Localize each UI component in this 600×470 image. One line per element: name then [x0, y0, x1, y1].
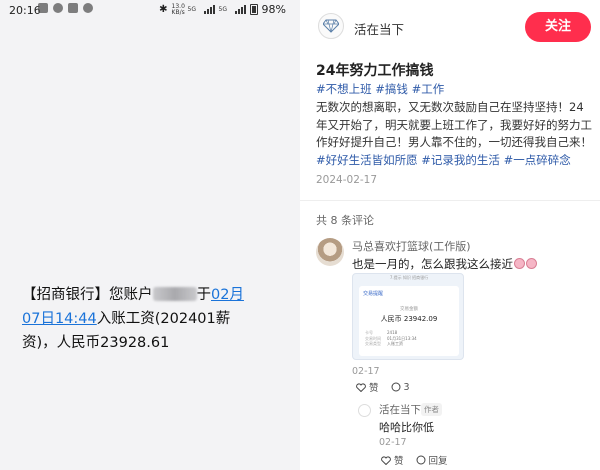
post-title: 24年努力工作搞钱	[316, 63, 434, 79]
author-badge: 作者	[421, 403, 442, 416]
heart-icon	[381, 455, 391, 465]
receipt-card: 交易提醒 交易金额 人民币 23942.09 卡号 2418 交易时间 01月31日…	[359, 286, 459, 356]
author-name[interactable]: 活在当下	[354, 19, 404, 38]
battery-level: 98%	[261, 3, 286, 16]
sms-screenshot: 20:16 ✱ 13.0 KB/s 5G 5G 98% 【招商银行】您账户 于02月…	[0, 0, 300, 470]
status-bar: 20:16 ✱ 13.0 KB/s 5G 5G 98%	[0, 0, 300, 20]
divider	[300, 200, 600, 201]
reply-actions: 赞 回复	[381, 453, 448, 467]
heart-icon	[356, 382, 366, 392]
follow-button[interactable]: 关注	[525, 12, 591, 42]
post-body: #不想上班 #搞钱 #工作 无数次的想离职，又无数次鼓励自己在坚持坚持！24年又…	[316, 81, 592, 170]
signal-icon	[234, 5, 246, 14]
commenter-name[interactable]: 马总喜欢打篮球(工作版)	[352, 238, 471, 254]
receipt-amount: 人民币 23942.09	[380, 315, 438, 323]
comment-actions: 赞 3	[356, 380, 410, 394]
author-bar: 活在当下 关注	[300, 0, 600, 52]
sms-sender: 【招商银行】	[22, 287, 109, 303]
comment-bubble-icon	[416, 455, 426, 465]
wechat-icon	[53, 3, 63, 13]
network-type-1: 5G	[187, 5, 197, 13]
hashtag[interactable]: #搞钱	[375, 82, 408, 96]
pig-emoji-icon	[526, 258, 537, 269]
diamond-icon	[323, 19, 339, 33]
comment-text: 也是一月的，怎么跟我这么接近	[352, 256, 537, 272]
like-button[interactable]: 赞	[356, 380, 379, 394]
comment-bubble-icon	[391, 382, 401, 392]
bluetooth-icon: ✱	[159, 4, 168, 15]
reply-author-name[interactable]: 活在当下	[379, 402, 421, 417]
reply-date: 02-17	[379, 437, 407, 448]
reply-count-button[interactable]: 3	[391, 382, 410, 393]
network-type-2: 5G	[218, 5, 228, 13]
pig-emoji-icon	[514, 258, 525, 269]
hashtag[interactable]: #不想上班	[316, 82, 372, 96]
app-notification-icon	[38, 3, 48, 13]
message-icon	[68, 3, 78, 13]
commenter-avatar[interactable]	[316, 238, 344, 266]
comment-date: 02-17	[352, 366, 380, 377]
status-time: 20:16	[9, 4, 41, 17]
battery-icon	[249, 4, 258, 15]
status-indicators: ✱ 13.0 KB/s 5G 5G 98%	[159, 3, 286, 16]
hashtag[interactable]: #工作	[412, 82, 445, 96]
reply-avatar[interactable]	[358, 404, 371, 417]
hashtag[interactable]: #一点碎碎念	[504, 153, 571, 167]
author-avatar[interactable]	[318, 13, 344, 39]
post-date: 2024-02-17	[316, 174, 378, 186]
comment-count: 共 8 条评论	[316, 214, 374, 227]
receipt-subtitle: 交易金额	[400, 307, 418, 312]
receipt-rows: 卡号 2418 交易时间 01月31日13:34 交易类型 入账工资	[365, 330, 417, 346]
notification-icons	[38, 3, 93, 13]
receipt-title: 交易提醒	[363, 291, 384, 297]
post-text: 无数次的想离职，又无数次鼓励自己在坚持坚持！24年又开始了，明天就要上班工作了，…	[316, 99, 592, 150]
hashtag[interactable]: #好好生活皆如所愿	[316, 153, 418, 167]
signal-icon	[203, 5, 215, 14]
post-page: 活在当下 关注 24年努力工作搞钱 #不想上班 #搞钱 #工作 无数次的想离职，…	[300, 0, 600, 470]
hashtag[interactable]: #记录我的生活	[421, 153, 500, 167]
reply-text: 哈哈比你低	[379, 421, 434, 434]
reply-button[interactable]: 回复	[416, 453, 448, 467]
comment-image[interactable]: 7.提示 知识 招商银行 交易提醒 交易金额 人民币 23942.09 卡号 24…	[352, 273, 464, 360]
redacted-account	[152, 287, 197, 301]
receipt-header: 7.提示 知识 招商银行	[389, 275, 429, 280]
app-notification-icon	[83, 3, 93, 13]
net-speed: 13.0 KB/s	[171, 2, 185, 16]
sms-message: 【招商银行】您账户 于02月07日14:44入账工资(202401薪资)，人民币2…	[22, 287, 244, 351]
like-button[interactable]: 赞	[381, 453, 404, 467]
